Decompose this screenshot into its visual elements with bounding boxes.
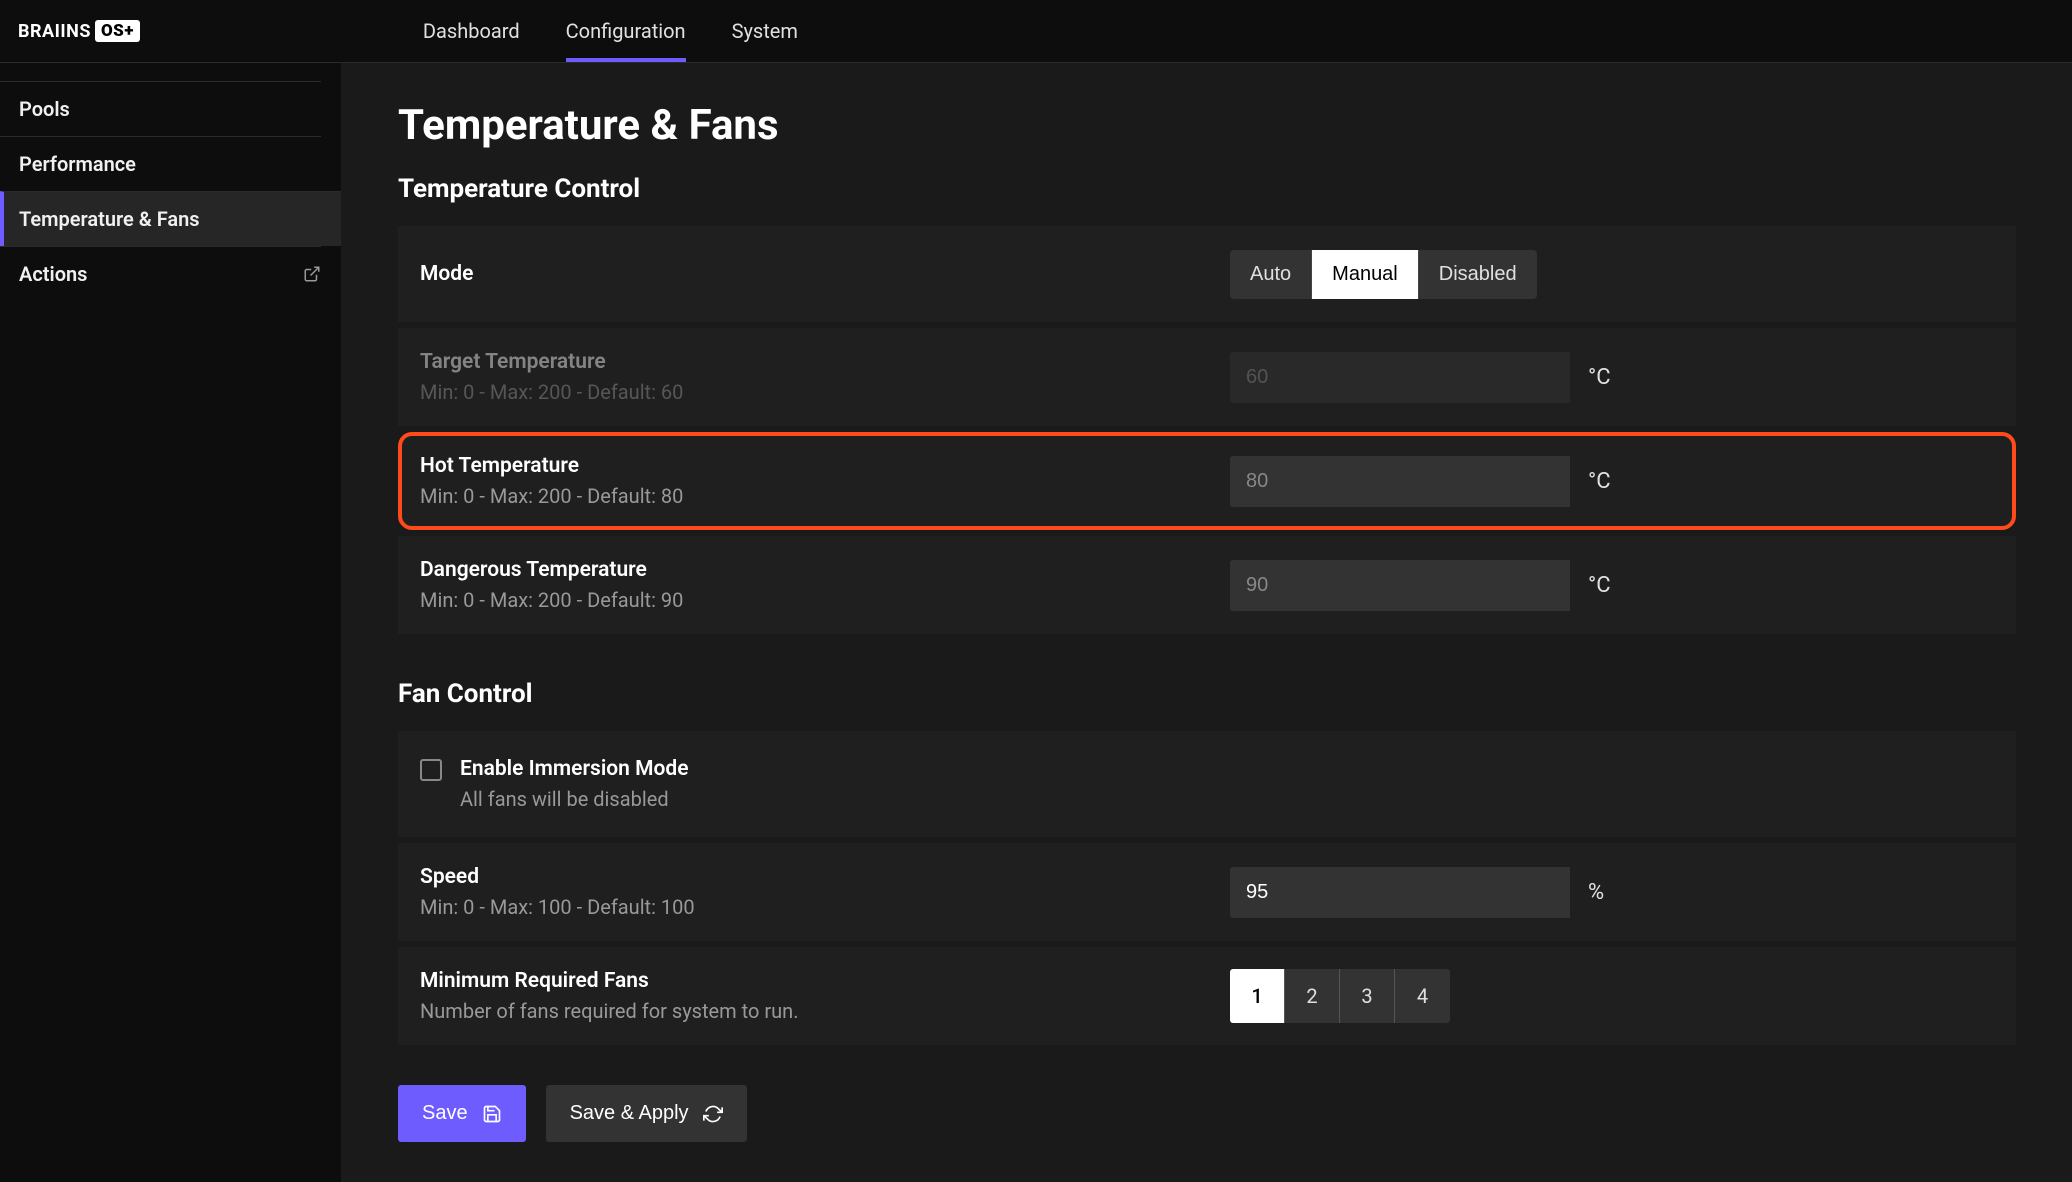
mode-manual[interactable]: Manual [1311, 250, 1418, 299]
topnav-dashboard[interactable]: Dashboard [400, 0, 543, 62]
section-title-fan: Fan Control [398, 679, 2016, 709]
speed-unit: % [1570, 880, 1622, 905]
dangerous-temp-input[interactable] [1230, 560, 1570, 611]
row-min-fans: Minimum Required Fans Number of fans req… [398, 947, 2016, 1045]
mode-label: Mode [420, 262, 1230, 286]
sidebar-item-temperature-fans[interactable]: Temperature & Fans [0, 191, 341, 246]
row-mode: Mode Auto Manual Disabled [398, 226, 2016, 322]
mode-disabled[interactable]: Disabled [1418, 250, 1537, 299]
logo: BRAIINS OS+ [18, 20, 140, 42]
row-speed: Speed Min: 0 - Max: 100 - Default: 100 % [398, 843, 2016, 941]
row-dangerous-temperature: Dangerous Temperature Min: 0 - Max: 200 … [398, 536, 2016, 634]
save-icon [482, 1104, 502, 1124]
logo-badge: OS+ [95, 20, 140, 42]
speed-input[interactable] [1230, 867, 1570, 918]
top-nav: Dashboard Configuration System [400, 0, 821, 62]
sidebar-item-label: Temperature & Fans [19, 207, 200, 231]
save-apply-button-label: Save & Apply [570, 1102, 689, 1125]
row-immersion-mode: Enable Immersion Mode All fans will be d… [398, 731, 2016, 837]
min-fans-3[interactable]: 3 [1340, 969, 1395, 1023]
target-temp-label: Target Temperature [420, 350, 1230, 374]
save-button[interactable]: Save [398, 1085, 526, 1142]
mode-auto[interactable]: Auto [1230, 250, 1311, 299]
row-hot-temperature: Hot Temperature Min: 0 - Max: 200 - Defa… [398, 432, 2016, 530]
sidebar-item-actions[interactable]: Actions [0, 246, 321, 301]
sidebar-item-pools[interactable]: Pools [0, 81, 321, 136]
target-temp-input[interactable] [1230, 352, 1570, 403]
topnav-system[interactable]: System [709, 0, 821, 62]
mode-segmented: Auto Manual Disabled [1230, 250, 1537, 299]
target-temp-range: Min: 0 - Max: 200 - Default: 60 [420, 380, 1230, 404]
sidebar: Pools Performance Temperature & Fans Act… [0, 63, 342, 1182]
min-fans-4[interactable]: 4 [1395, 969, 1450, 1023]
hot-temp-label: Hot Temperature [420, 454, 1230, 478]
save-apply-button[interactable]: Save & Apply [546, 1085, 747, 1142]
page-title: Temperature & Fans [398, 101, 2016, 150]
sidebar-item-performance[interactable]: Performance [0, 136, 321, 191]
save-button-label: Save [422, 1102, 468, 1125]
immersion-sub: All fans will be disabled [460, 787, 689, 811]
target-temp-unit: °C [1570, 365, 1629, 390]
row-target-temperature: Target Temperature Min: 0 - Max: 200 - D… [398, 328, 2016, 426]
logo-text: BRAIINS [18, 21, 91, 42]
sidebar-item-label: Performance [19, 152, 136, 176]
sidebar-item-label: Actions [19, 262, 87, 286]
topnav-configuration[interactable]: Configuration [543, 0, 709, 62]
immersion-label: Enable Immersion Mode [460, 757, 689, 781]
refresh-icon [703, 1104, 723, 1124]
min-fans-2[interactable]: 2 [1285, 969, 1340, 1023]
section-title-temperature: Temperature Control [398, 174, 2016, 204]
min-fans-label: Minimum Required Fans [420, 969, 1230, 993]
dangerous-temp-unit: °C [1570, 573, 1629, 598]
min-fans-segmented: 1 2 3 4 [1230, 969, 1450, 1023]
dangerous-temp-label: Dangerous Temperature [420, 558, 1230, 582]
speed-label: Speed [420, 865, 1230, 889]
hot-temp-range: Min: 0 - Max: 200 - Default: 80 [420, 484, 1230, 508]
external-link-icon [303, 265, 321, 283]
speed-range: Min: 0 - Max: 100 - Default: 100 [420, 895, 1230, 919]
hot-temp-unit: °C [1570, 469, 1629, 494]
dangerous-temp-range: Min: 0 - Max: 200 - Default: 90 [420, 588, 1230, 612]
sidebar-item-label: Pools [19, 97, 70, 121]
immersion-checkbox[interactable] [420, 759, 442, 781]
hot-temp-input[interactable] [1230, 456, 1570, 507]
min-fans-sub: Number of fans required for system to ru… [420, 999, 1230, 1023]
min-fans-1[interactable]: 1 [1230, 969, 1285, 1023]
